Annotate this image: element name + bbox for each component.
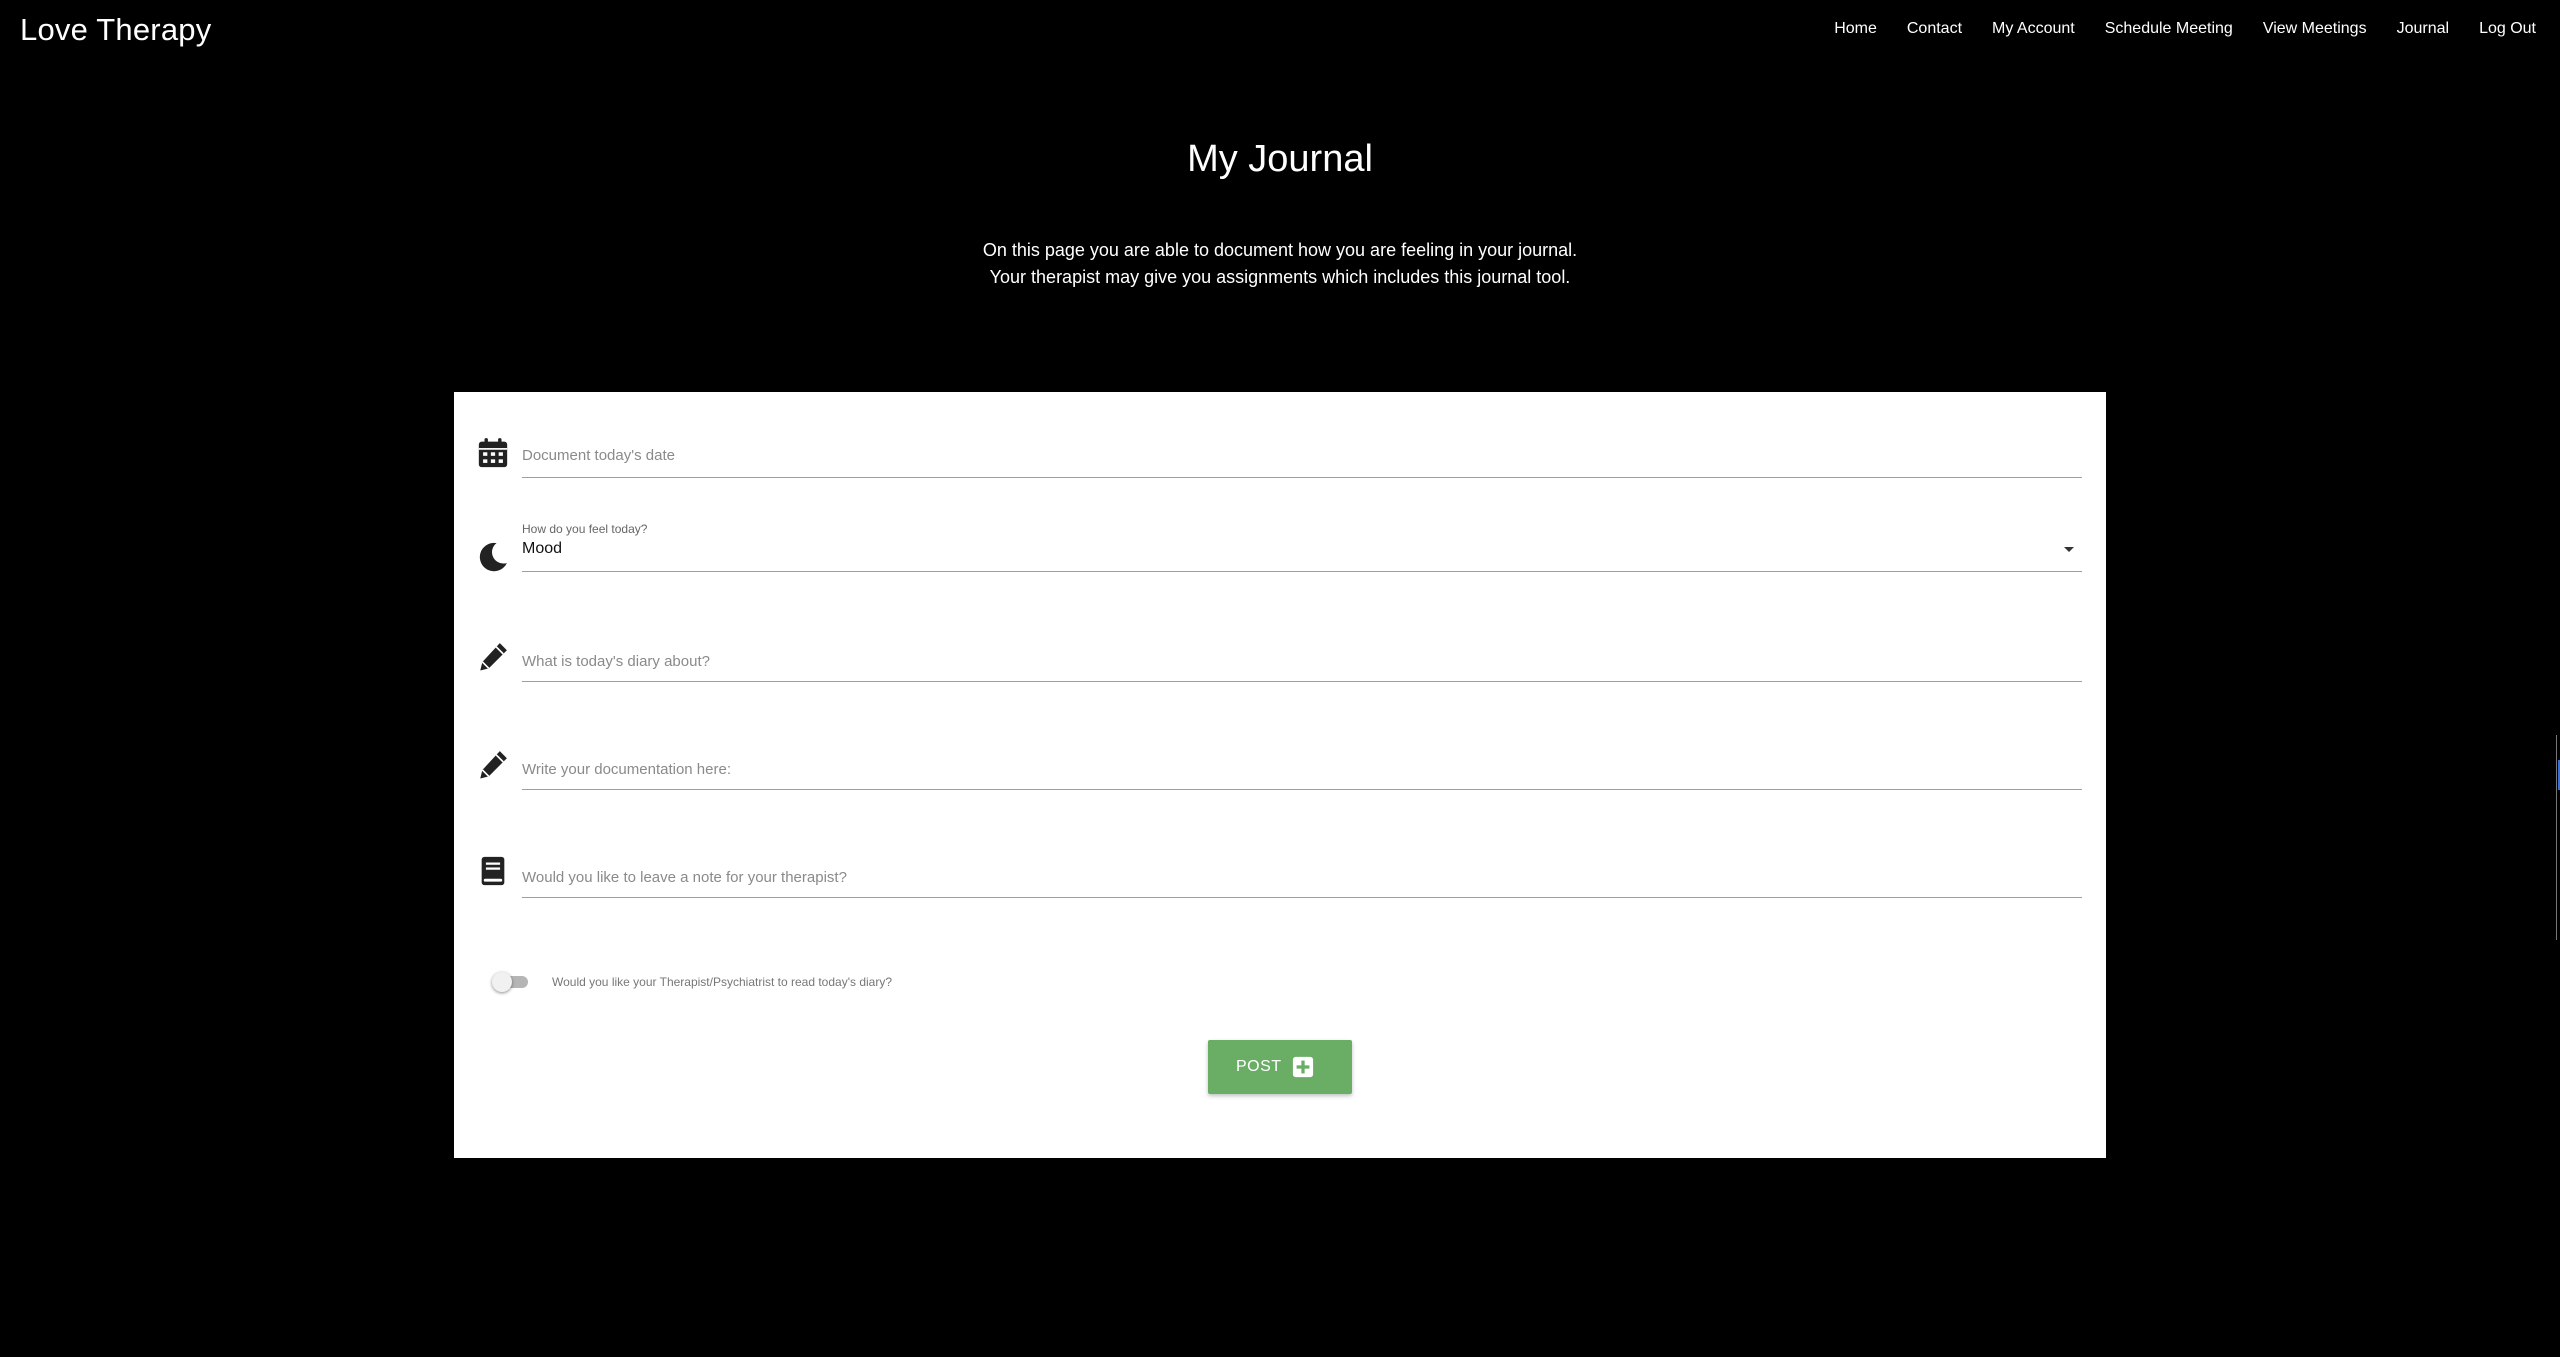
nav-schedule-meeting[interactable]: Schedule Meeting (2105, 20, 2233, 38)
nav-journal[interactable]: Journal (2397, 20, 2449, 38)
documentation-placeholder: Write your documentation here: (522, 761, 731, 778)
pencil-icon (476, 748, 510, 782)
mood-value: Mood (522, 540, 563, 557)
note-placeholder: Would you like to leave a note for your … (522, 869, 847, 886)
pencil-icon (476, 640, 510, 674)
nav-view-meetings[interactable]: View Meetings (2263, 20, 2367, 38)
date-row: Document today's date (476, 436, 2082, 478)
post-button[interactable]: POST (1208, 1040, 1352, 1094)
nav-home[interactable]: Home (1834, 20, 1877, 38)
mood-label: How do you feel today? (522, 522, 648, 536)
nav-my-account[interactable]: My Account (1992, 20, 2075, 38)
note-row: Would you like to leave a note for your … (476, 856, 2082, 898)
moon-icon (476, 540, 510, 574)
intro-line-1: On this page you are able to document ho… (982, 240, 1578, 260)
note-field[interactable]: Would you like to leave a note for your … (522, 856, 2082, 898)
navbar: Love Therapy Home Contact My Account Sch… (0, 0, 2560, 58)
documentation-row: Write your documentation here: (476, 748, 2082, 790)
topic-field[interactable]: What is today's diary about? (522, 640, 2082, 682)
mood-row: How do you feel today? Mood (476, 522, 2082, 572)
date-placeholder: Document today's date (522, 447, 675, 464)
plus-square-icon (1292, 1056, 1314, 1078)
nav-log-out[interactable]: Log Out (2479, 20, 2536, 38)
brand-logo[interactable]: Love Therapy (20, 12, 211, 48)
nav-links: Home Contact My Account Schedule Meeting… (1804, 20, 2536, 38)
nav-contact[interactable]: Contact (1907, 20, 1962, 38)
date-field[interactable]: Document today's date (522, 436, 2082, 478)
page-intro: On this page you are able to document ho… (0, 237, 2560, 291)
page-title: My Journal (1187, 138, 1373, 180)
share-toggle-label: Would you like your Therapist/Psychiatri… (552, 975, 893, 989)
book-icon (476, 854, 510, 888)
mood-select[interactable]: How do you feel today? Mood (522, 522, 2082, 572)
topic-placeholder: What is today's diary about? (522, 653, 710, 670)
intro-line-2: Your therapist may give you assignments … (989, 267, 1571, 287)
journal-form: Document today's date How do you feel to… (454, 392, 2106, 1158)
chevron-down-icon (2064, 547, 2074, 552)
calendar-icon (476, 436, 510, 470)
post-button-label: POST (1236, 1058, 1282, 1075)
topic-row: What is today's diary about? (476, 640, 2082, 682)
share-toggle-knob[interactable] (492, 972, 512, 992)
documentation-field[interactable]: Write your documentation here: (522, 748, 2082, 790)
share-toggle-row: Would you like your Therapist/Psychiatri… (492, 966, 1392, 996)
